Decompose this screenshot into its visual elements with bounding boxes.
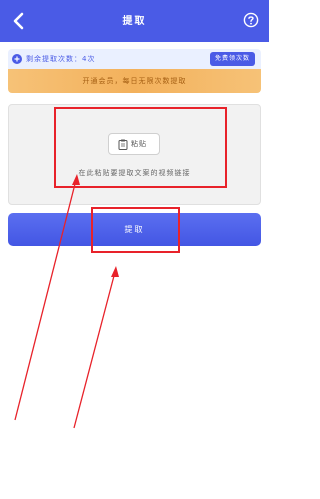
paste-button[interactable]: 粘贴 xyxy=(108,133,160,155)
remaining-count-value: 4次 xyxy=(82,55,96,63)
chevron-left-icon xyxy=(13,12,24,30)
plus-circle-icon xyxy=(12,54,22,64)
remaining-count-bar: 剩余提取次数：4次 免费领次数 xyxy=(8,49,261,69)
top-bar: 提取 xyxy=(0,0,269,42)
link-paste-area[interactable]: 粘贴 在此粘贴要提取文案的视频链接 xyxy=(8,104,261,205)
page-title: 提取 xyxy=(122,16,147,27)
vip-banner[interactable]: 开通会员，每日无限次数提取 xyxy=(8,69,261,93)
extract-button[interactable]: 提取 xyxy=(8,213,261,246)
get-free-count-button[interactable]: 免费领次数 xyxy=(209,52,255,66)
annotation-arrow-line-2 xyxy=(73,271,116,429)
clipboard-icon xyxy=(118,139,128,150)
extract-button-label: 提取 xyxy=(124,225,145,234)
remaining-count-text: 剩余提取次数：4次 xyxy=(26,54,95,64)
annotation-arrowhead-2 xyxy=(111,266,119,277)
back-button[interactable] xyxy=(8,10,30,32)
paste-hint-text: 在此粘贴要提取文案的视频链接 xyxy=(78,169,191,177)
paste-button-label: 粘贴 xyxy=(131,140,147,148)
remaining-count-label: 剩余提取次数： xyxy=(26,55,82,63)
vip-banner-text: 开通会员，每日无限次数提取 xyxy=(82,77,187,85)
help-button[interactable] xyxy=(243,12,259,28)
question-circle-icon xyxy=(243,12,259,28)
